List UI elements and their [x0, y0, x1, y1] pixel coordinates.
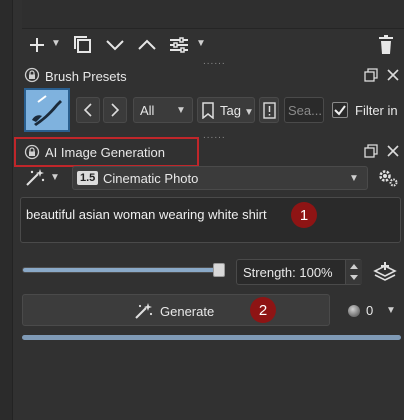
panel-resize-handle[interactable]: ......: [203, 130, 226, 141]
add-layer-icon[interactable]: [26, 35, 48, 55]
chevron-down-icon: ▼: [386, 305, 396, 316]
layers-panel-area: [22, 0, 404, 29]
chevron-down-icon: ▼: [50, 172, 60, 183]
strength-value: Strength: 100%: [243, 265, 333, 280]
left-dock-strip: [0, 0, 13, 420]
callout-badge-2: 2: [250, 297, 276, 323]
layer-properties-icon[interactable]: [168, 35, 190, 55]
callout-badge-1: 1: [291, 202, 317, 228]
brush-preset-icon: [32, 95, 62, 126]
strength-stepper[interactable]: [345, 260, 362, 284]
add-layer-dropdown-icon[interactable]: ▼: [51, 38, 61, 49]
style-value: Cinematic Photo: [103, 171, 199, 186]
previous-preset-button[interactable]: [76, 97, 100, 123]
strength-slider-handle[interactable]: [213, 263, 225, 277]
prompt-textarea[interactable]: beautiful asian woman wearing white shir…: [20, 197, 401, 243]
add-to-layer-icon[interactable]: [373, 261, 399, 283]
preset-search-input[interactable]: Sea...: [284, 97, 324, 123]
generation-progress-bar: [22, 335, 401, 340]
chevron-right-icon: [111, 103, 120, 117]
queue-select[interactable]: 0 ▼: [344, 300, 400, 322]
chevron-down-icon: ▼: [349, 173, 359, 184]
brush-presets-title: Brush Presets: [45, 69, 127, 84]
magic-wand-icon: [26, 169, 45, 186]
lock-icon[interactable]: [24, 144, 40, 160]
queue-count: 0: [366, 303, 374, 318]
strength-slider-fill: [23, 268, 219, 272]
float-panel-icon[interactable]: [364, 144, 378, 158]
float-panel-icon[interactable]: [364, 68, 378, 82]
lock-icon[interactable]: [24, 67, 40, 83]
preset-filter-value: All: [140, 103, 155, 118]
generate-button[interactable]: Generate: [22, 294, 330, 326]
stepper-arrows-icon: [350, 264, 358, 280]
tag-dropdown-icon: ▼: [244, 107, 254, 118]
layer-properties-dropdown-icon[interactable]: ▼: [196, 38, 206, 49]
tag-options-button[interactable]: [259, 97, 279, 123]
search-placeholder: Sea...: [288, 103, 322, 118]
brush-preset-thumbnail[interactable]: [24, 88, 70, 132]
layers-toolbar: ▼ ▼: [24, 33, 404, 57]
settings-gear-icon[interactable]: [377, 168, 399, 188]
move-layer-down-icon[interactable]: [104, 35, 126, 55]
model-badge: 1.5: [77, 171, 99, 185]
note-icon: [263, 102, 276, 119]
strength-slider[interactable]: [22, 267, 220, 273]
queue-status-icon: [348, 305, 360, 317]
tag-icon: [202, 102, 214, 119]
close-panel-icon[interactable]: [386, 144, 400, 158]
move-layer-up-icon[interactable]: [136, 35, 158, 55]
next-preset-button[interactable]: [103, 97, 127, 123]
style-select[interactable]: 1.5 Cinematic Photo ▼: [72, 166, 368, 190]
strength-spinbox[interactable]: Strength: 100%: [236, 259, 362, 285]
close-panel-icon[interactable]: [386, 68, 400, 82]
generate-label: Generate: [160, 304, 215, 319]
duplicate-layer-icon[interactable]: [72, 35, 94, 55]
chevron-left-icon: [83, 103, 92, 117]
chevron-down-icon: ▼: [176, 105, 186, 116]
filter-in-label: Filter in: [355, 103, 398, 118]
checkmark-icon: [334, 105, 346, 116]
workspace-select[interactable]: ▼: [22, 167, 66, 189]
filter-in-checkbox[interactable]: [332, 102, 348, 118]
ai-panel-title: AI Image Generation: [45, 145, 165, 160]
delete-layer-icon[interactable]: [376, 34, 396, 56]
magic-wand-icon: [135, 303, 153, 319]
panel-resize-handle[interactable]: ......: [203, 56, 226, 67]
tag-button[interactable]: Tag ▼: [197, 97, 255, 123]
preset-filter-select[interactable]: All ▼: [133, 97, 193, 123]
tag-label: Tag: [220, 103, 241, 118]
prompt-text: beautiful asian woman wearing white shir…: [26, 207, 267, 222]
